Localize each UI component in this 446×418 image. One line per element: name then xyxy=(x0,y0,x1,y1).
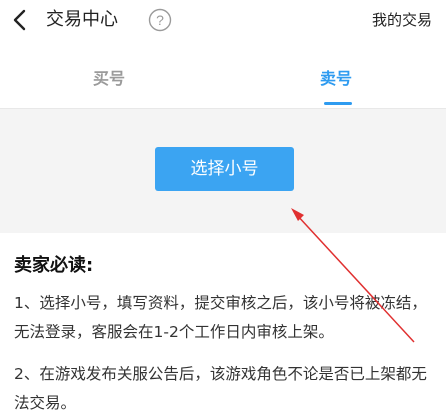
top-bar: 交易中心 ? 我的交易 xyxy=(0,0,446,42)
notice-item: 2、在游戏发布关服公告后，该游戏角色不论是否已上架都无法交易。 xyxy=(14,365,427,412)
tab-sell[interactable]: 卖号 xyxy=(320,68,352,90)
chevron-left-icon[interactable] xyxy=(6,6,34,34)
page-title: 交易中心 xyxy=(46,9,118,30)
select-account-panel: 选择小号 xyxy=(0,109,446,233)
svg-text:?: ? xyxy=(156,12,164,28)
question-circle-icon[interactable]: ? xyxy=(148,8,172,32)
tab-buy[interactable]: 买号 xyxy=(93,68,125,90)
active-tab-indicator xyxy=(324,102,352,105)
notice-item: 1、选择小号，填写资料，提交审核之后，该小号将被冻结，无法登录，客服会在1-2个… xyxy=(14,294,427,341)
select-account-button[interactable]: 选择小号 xyxy=(155,147,294,191)
my-trades-link[interactable]: 我的交易 xyxy=(372,10,432,30)
seller-notice-heading: 卖家必读: xyxy=(14,255,94,276)
tab-bar: 买号 卖号 xyxy=(0,58,446,109)
